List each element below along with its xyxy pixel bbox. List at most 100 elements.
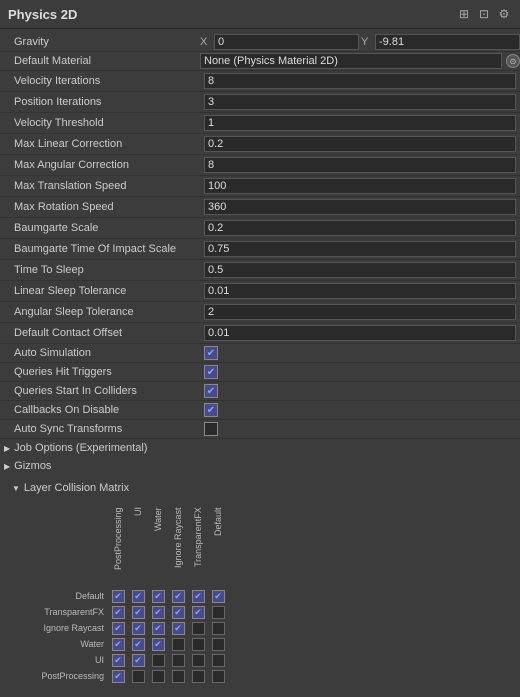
matrix-row-default: Default ✔✔✔✔✔✔ [18, 589, 512, 603]
row-angular-sleep-tolerance: Angular Sleep Tolerance [0, 302, 520, 323]
row-input[interactable] [204, 73, 516, 89]
row-value [200, 198, 520, 216]
gravity-y-input[interactable] [375, 34, 520, 50]
matrix-cell[interactable]: ✔ [148, 637, 168, 651]
row-label: Max Angular Correction [0, 159, 200, 171]
matrix-cell[interactable] [148, 669, 168, 683]
matrix-cell[interactable] [188, 669, 208, 683]
matrix-cell[interactable]: ✔ [188, 589, 208, 603]
gravity-x-input[interactable] [214, 34, 359, 50]
matrix-row-label: Water [18, 639, 108, 649]
physics-2d-panel: Physics 2D ⊞ ⊡ ⚙ Gravity X Y Defaul [0, 0, 520, 697]
matrix-cb-checked: ✔ [132, 654, 145, 667]
matrix-cell[interactable] [188, 653, 208, 667]
checkbox-unchecked[interactable] [204, 422, 218, 436]
matrix-cell[interactable]: ✔ [108, 637, 128, 651]
default-material-value: None (Physics Material 2D) ⊙ [200, 53, 520, 69]
row-input[interactable] [204, 157, 516, 173]
row-value [200, 219, 520, 237]
matrix-cell[interactable]: ✔ [128, 589, 148, 603]
material-picker-button[interactable]: ⊙ [506, 54, 520, 68]
matrix-cell[interactable] [208, 605, 228, 619]
matrix-cb-checked: ✔ [132, 590, 145, 603]
row-input[interactable] [204, 262, 516, 278]
matrix-cell[interactable] [208, 637, 228, 651]
matrix-cell[interactable]: ✔ [168, 621, 188, 635]
matrix-cell[interactable]: ✔ [108, 589, 128, 603]
matrix-cell[interactable]: ✔ [108, 605, 128, 619]
gear-icon[interactable]: ⚙ [496, 6, 512, 22]
row-input[interactable] [204, 94, 516, 110]
collapse-triangle: ▼ [12, 484, 20, 493]
section-gizmos[interactable]: ▶ Gizmos [0, 457, 520, 475]
matrix-cb-checked: ✔ [132, 606, 145, 619]
section-job-options-(experimental)[interactable]: ▶ Job Options (Experimental) [0, 439, 520, 457]
panel-title: Physics 2D [8, 7, 77, 22]
row-input[interactable] [204, 283, 516, 299]
row-value [200, 261, 520, 279]
matrix-row-transparentfx: TransparentFX ✔✔✔✔✔ [18, 605, 512, 619]
matrix-cell[interactable] [208, 669, 228, 683]
matrix-cell[interactable]: ✔ [168, 605, 188, 619]
checkbox-row-auto-sync-transforms: Auto Sync Transforms [0, 420, 520, 439]
row-default-contact-offset: Default Contact Offset [0, 323, 520, 344]
matrix-cell[interactable] [168, 653, 188, 667]
row-input[interactable] [204, 178, 516, 194]
matrix-cell[interactable]: ✔ [168, 589, 188, 603]
matrix-col-label: UI [128, 505, 148, 585]
checkbox-checked[interactable]: ✔ [204, 365, 218, 379]
matrix-col-label: Water [148, 505, 168, 585]
row-input[interactable] [204, 199, 516, 215]
checkbox-checked[interactable]: ✔ [204, 346, 218, 360]
matrix-cell[interactable]: ✔ [108, 621, 128, 635]
row-position-iterations: Position Iterations [0, 92, 520, 113]
matrix-cell[interactable]: ✔ [128, 605, 148, 619]
matrix-cell[interactable] [168, 637, 188, 651]
row-input[interactable] [204, 220, 516, 236]
matrix-cell[interactable]: ✔ [128, 653, 148, 667]
row-label: Time To Sleep [0, 264, 200, 276]
row-linear-sleep-tolerance: Linear Sleep Tolerance [0, 281, 520, 302]
matrix-cell[interactable]: ✔ [128, 637, 148, 651]
row-input[interactable] [204, 304, 516, 320]
matrix-cb-checked: ✔ [152, 638, 165, 651]
row-value [200, 282, 520, 300]
row-input[interactable] [204, 136, 516, 152]
matrix-cell[interactable] [188, 637, 208, 651]
matrix-cell[interactable] [148, 653, 168, 667]
matrix-cell[interactable]: ✔ [208, 589, 228, 603]
matrix-cb-checked: ✔ [172, 606, 185, 619]
matrix-cell[interactable] [128, 669, 148, 683]
checkbox-checked[interactable]: ✔ [204, 384, 218, 398]
matrix-cell[interactable]: ✔ [108, 653, 128, 667]
matrix-cell[interactable]: ✔ [148, 605, 168, 619]
matrix-cell[interactable]: ✔ [128, 621, 148, 635]
matrix-cell[interactable] [208, 621, 228, 635]
matrix-cb-checked: ✔ [152, 590, 165, 603]
matrix-cell[interactable]: ✔ [188, 605, 208, 619]
layer-collision-title[interactable]: ▼ Layer Collision Matrix [8, 479, 512, 497]
matrix-cell[interactable]: ✔ [148, 621, 168, 635]
checkbox-checked[interactable]: ✔ [204, 403, 218, 417]
default-material-field[interactable]: None (Physics Material 2D) [200, 53, 502, 69]
matrix-col-label: PostProcessing [108, 505, 128, 585]
matrix-cb-unchecked [132, 670, 145, 683]
matrix-cell[interactable] [188, 621, 208, 635]
row-input[interactable] [204, 115, 516, 131]
row-label: Max Rotation Speed [0, 201, 200, 213]
matrix-cb-unchecked [172, 654, 185, 667]
grid-icon[interactable]: ⊡ [476, 6, 492, 22]
row-input[interactable] [204, 241, 516, 257]
row-value [200, 177, 520, 195]
matrix-cb-unchecked [192, 638, 205, 651]
row-value [200, 156, 520, 174]
layers-icon[interactable]: ⊞ [456, 6, 472, 22]
matrix-cell[interactable]: ✔ [108, 669, 128, 683]
layer-collision-section: ▼ Layer Collision Matrix PostProcessingU… [0, 475, 520, 693]
matrix-cell[interactable]: ✔ [148, 589, 168, 603]
matrix-cell[interactable] [168, 669, 188, 683]
matrix-row-label: TransparentFX [18, 607, 108, 617]
cb-cell: ✔ [200, 402, 520, 418]
row-input[interactable] [204, 325, 516, 341]
matrix-cell[interactable] [208, 653, 228, 667]
